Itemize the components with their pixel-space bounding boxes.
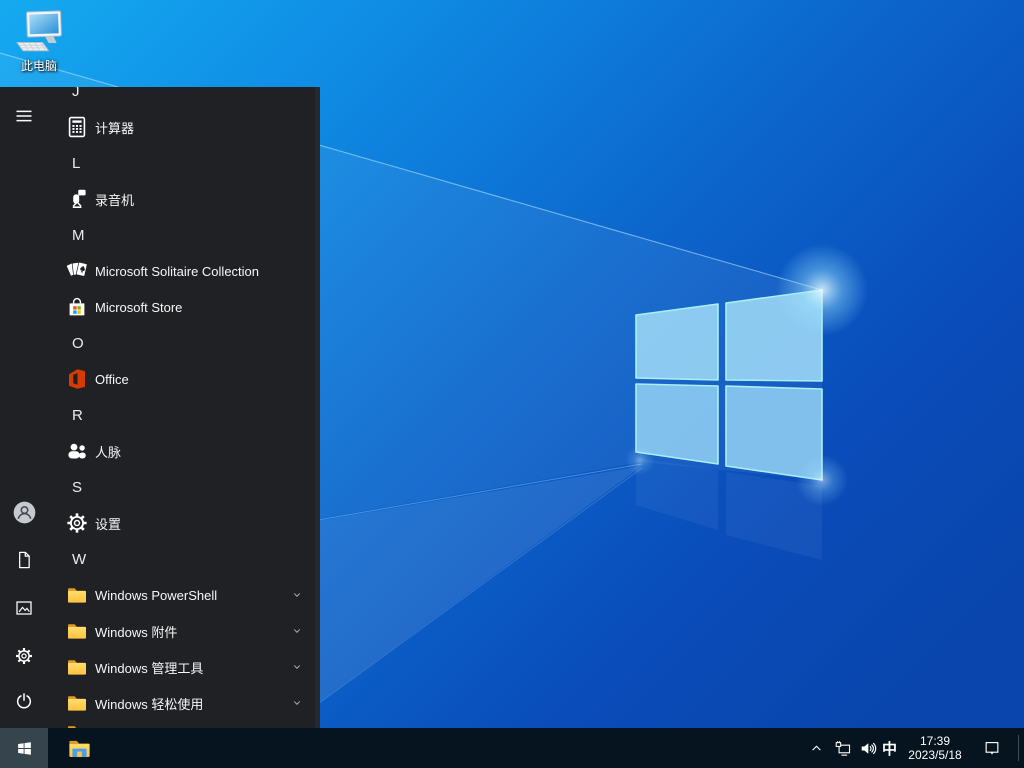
clock-date: 2023/5/18 [908,748,962,762]
windows-desktop: 此电脑 J 计算器 L 录音机 M Microsoft Solitaire Co… [0,0,1024,768]
action-center-icon [983,739,1001,757]
power-icon [14,691,34,711]
group-header-s[interactable]: S [48,469,320,505]
calculator-icon [65,115,89,139]
chevron-down-icon [291,661,303,673]
volume-icon [859,739,878,758]
start-menu-rail [0,87,48,728]
start-app-solitaire-collection[interactable]: Microsoft Solitaire Collection [48,253,320,289]
user-avatar-icon [12,500,37,525]
folder-icon [65,691,89,715]
tray-clock[interactable]: 17:39 2023/5/18 [901,728,969,768]
start-folder-partial[interactable] [48,715,320,728]
settings-button[interactable] [0,632,48,680]
start-menu-app-list: J 计算器 L 录音机 M Microsoft Solitaire Collection M… [48,87,320,728]
folder-icon [65,619,89,643]
desktop-icon-label: 此电脑 [20,59,57,73]
chevron-down-icon [291,697,303,709]
start-menu: J 计算器 L 录音机 M Microsoft Solitaire Collection M… [0,87,320,728]
app-label: 设置 [95,516,122,532]
app-label: Microsoft Store [95,299,183,315]
document-icon [14,550,34,570]
start-app-settings[interactable]: 设置 [48,505,320,541]
power-button[interactable] [0,677,48,725]
this-pc-icon [11,10,67,56]
app-label: 人脉 [95,444,122,460]
start-folder-windows-admin-tools[interactable]: Windows 管理工具 [48,649,320,685]
start-app-people[interactable]: 人脉 [48,433,320,469]
user-account-button[interactable] [0,488,48,536]
hamburger-icon [14,106,34,126]
folder-icon [65,583,89,607]
chevron-up-icon [809,741,824,756]
app-label: Windows PowerShell [95,587,218,603]
windows-logo-icon [16,740,33,757]
recorder-icon [65,187,89,211]
chevron-down-icon [291,625,303,637]
group-header-r[interactable]: R [48,397,320,433]
start-app-microsoft-store[interactable]: Microsoft Store [48,289,320,325]
folder-icon [65,655,89,679]
file-explorer-icon [66,735,93,762]
action-center-button[interactable] [972,728,1012,768]
file-explorer-button[interactable] [55,728,103,768]
app-label: Windows 附件 [95,624,178,640]
network-icon [834,739,853,758]
group-header-m[interactable]: M [48,217,320,253]
group-header-j[interactable]: J [48,87,320,109]
start-app-office[interactable]: Office [48,361,320,397]
tray-show-hidden-icons-button[interactable] [803,728,829,768]
group-header-o[interactable]: O [48,325,320,361]
app-label: Microsoft Solitaire Collection [95,263,260,279]
start-folder-windows-powershell[interactable]: Windows PowerShell [48,577,320,613]
app-label: Windows 轻松使用 [95,696,204,712]
people-icon [65,439,89,463]
chevron-down-icon [291,589,303,601]
start-folder-windows-accessories[interactable]: Windows 附件 [48,613,320,649]
tray-network-button[interactable] [831,728,856,768]
start-app-voice-recorder[interactable]: 录音机 [48,181,320,217]
pictures-button[interactable] [0,584,48,632]
gear-icon [14,646,34,666]
store-icon [65,295,89,319]
desktop-icon-this-pc[interactable]: 此电脑 [6,10,72,74]
gear-icon [65,511,89,535]
solitaire-icon [65,259,89,283]
taskbar: 中 17:39 2023/5/18 [0,728,1024,768]
app-label: 计算器 [95,120,135,136]
office-icon [65,367,89,391]
expand-menu-button[interactable] [0,92,48,140]
group-header-l[interactable]: L [48,145,320,181]
app-label: Windows 管理工具 [95,660,204,676]
app-label: Office [95,371,129,387]
show-desktop-separator[interactable] [1018,735,1019,761]
documents-button[interactable] [0,536,48,584]
tray-ime-indicator[interactable]: 中 [878,728,901,768]
pictures-icon [14,598,34,618]
folder-icon [65,721,89,728]
app-label: 录音机 [95,192,135,208]
start-button[interactable] [0,728,48,768]
clock-time: 17:39 [919,734,951,748]
start-app-calculator[interactable]: 计算器 [48,109,320,145]
group-header-w[interactable]: W [48,541,320,577]
